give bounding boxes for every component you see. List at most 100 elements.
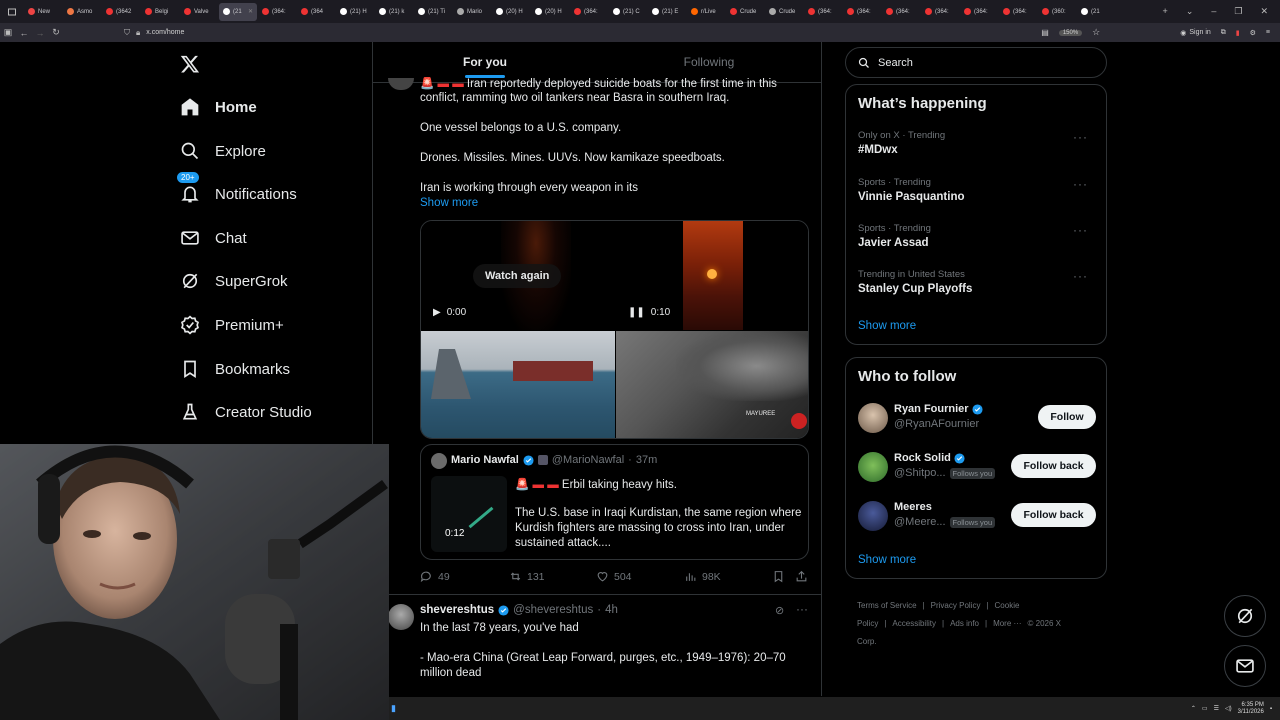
- image-ships[interactable]: [421, 331, 615, 438]
- trend-item[interactable]: Only on X · Trending #MDwx ···: [858, 130, 1096, 156]
- quote-video-thumbnail[interactable]: 0:12: [431, 476, 507, 552]
- tab-overflow-icon[interactable]: ⌄: [1186, 6, 1194, 17]
- browser-tab[interactable]: Crude: [726, 3, 764, 21]
- tray-display-icon[interactable]: ▭: [1202, 705, 1208, 712]
- browser-tab[interactable]: (21) C: [609, 3, 647, 21]
- sign-in-button[interactable]: ◉ Sign in: [1180, 29, 1211, 37]
- avatar[interactable]: [388, 78, 414, 90]
- grok-icon[interactable]: ⊘: [775, 604, 784, 617]
- extensions-icon[interactable]: ⧉: [1221, 29, 1226, 37]
- browser-tab[interactable]: (3642: [102, 3, 140, 21]
- browser-tab[interactable]: (364:: [999, 3, 1037, 21]
- avatar[interactable]: [388, 604, 414, 630]
- search-input[interactable]: Search: [845, 47, 1107, 78]
- follow-suggestion[interactable]: Rock Solid @Shitpo... Follows you Follow …: [858, 450, 1096, 486]
- quoted-post[interactable]: Mario Nawfal @MarioNawfal · 37m 0:12 🚨 ▬…: [420, 444, 809, 560]
- browser-tab[interactable]: (21) k: [375, 3, 413, 21]
- browser-tab[interactable]: (364:: [804, 3, 842, 21]
- bookmark-button[interactable]: [772, 570, 785, 583]
- browser-tab[interactable]: (364:: [258, 3, 296, 21]
- url-field[interactable]: x.com/home: [146, 29, 184, 36]
- browser-tab[interactable]: Crude: [765, 3, 803, 21]
- extension-badge-icon[interactable]: ▮: [1236, 29, 1240, 37]
- browser-tab[interactable]: New: [24, 3, 62, 21]
- close-tab-icon[interactable]: ✕: [248, 8, 253, 15]
- restore-icon[interactable]: ❐: [1234, 6, 1242, 17]
- video-player[interactable]: Watch again ▶ 0:00 ❚❚ 0:10: [421, 221, 808, 330]
- browser-tab[interactable]: (21) H: [336, 3, 374, 21]
- follow-button[interactable]: Follow: [1038, 405, 1096, 429]
- volume-icon[interactable]: ◁): [1225, 705, 1232, 712]
- trend-item[interactable]: Sports · Trending Vinnie Pasquantino ···: [858, 177, 1096, 203]
- bookmark-star-icon[interactable]: ☆: [1092, 27, 1100, 38]
- footer-link[interactable]: Ads info: [950, 619, 979, 628]
- x-logo[interactable]: [180, 54, 200, 79]
- browser-tab[interactable]: (364:: [882, 3, 920, 21]
- watch-again-button[interactable]: Watch again: [473, 264, 562, 288]
- image-burning-tanker[interactable]: MAYUREE: [616, 331, 808, 438]
- tab-for-you[interactable]: For you: [373, 42, 597, 82]
- browser-tab[interactable]: r/Live: [687, 3, 725, 21]
- trends-show-more-link[interactable]: Show more: [858, 320, 916, 332]
- menu-icon[interactable]: ≡: [1266, 29, 1270, 36]
- browser-tab[interactable]: Mario: [453, 3, 491, 21]
- follow-suggestion[interactable]: Meeres @Meere... Follows you Follow back: [858, 499, 1096, 535]
- browser-tab[interactable]: (364:: [960, 3, 998, 21]
- browser-tab[interactable]: (364:: [843, 3, 881, 21]
- show-more-link[interactable]: Show more: [420, 196, 478, 211]
- forward-icon[interactable]: →: [32, 28, 48, 38]
- follow-back-button[interactable]: Follow back: [1011, 503, 1096, 527]
- play-icon[interactable]: ▶: [433, 307, 441, 318]
- browser-tab[interactable]: (364:: [921, 3, 959, 21]
- browser-tab[interactable]: Valve: [180, 3, 218, 21]
- footer-link[interactable]: Privacy Policy: [931, 601, 981, 610]
- tray-chevron-icon[interactable]: ⌃: [1191, 705, 1196, 712]
- browser-tab[interactable]: (21) E: [648, 3, 686, 21]
- close-window-icon[interactable]: ✕: [1260, 6, 1268, 17]
- nav-item-bookmarks[interactable]: Bookmarks: [180, 359, 290, 379]
- share-button[interactable]: [795, 570, 808, 583]
- browser-tab[interactable]: (20) H: [492, 3, 530, 21]
- browser-tab[interactable]: (21 ✕: [219, 2, 257, 21]
- pause-icon[interactable]: ❚❚: [628, 307, 645, 318]
- browser-tab[interactable]: Asmo: [63, 3, 101, 21]
- grok-floating-button[interactable]: [1224, 595, 1266, 637]
- lock-icon[interactable]: 🔒︎: [136, 28, 140, 38]
- browser-tab[interactable]: (21) Ti: [414, 3, 452, 21]
- nav-item-chat[interactable]: Chat: [180, 228, 247, 248]
- minimize-icon[interactable]: –: [1211, 6, 1216, 17]
- nav-item-explore[interactable]: Explore: [180, 141, 266, 161]
- footer-link[interactable]: Accessibility: [892, 619, 936, 628]
- footer-link[interactable]: More ···: [993, 619, 1021, 628]
- nav-item-home[interactable]: Home: [180, 97, 257, 117]
- more-options-icon[interactable]: ···: [1073, 177, 1088, 191]
- follow-suggestion[interactable]: Ryan Fournier @RyanAFournier Follow: [858, 401, 1096, 437]
- nav-item-supergrok[interactable]: SuperGrok: [180, 271, 288, 291]
- reader-icon[interactable]: ▤: [1041, 28, 1049, 37]
- taskbar-app-icon[interactable]: ▮: [391, 703, 396, 714]
- footer-link[interactable]: Terms of Service: [857, 601, 917, 610]
- browser-tab[interactable]: (364: [297, 3, 335, 21]
- browser-tab[interactable]: (360:: [1038, 3, 1076, 21]
- messages-floating-button[interactable]: [1224, 645, 1266, 687]
- sidebar-toggle-icon[interactable]: ▣: [0, 27, 16, 38]
- browser-tab[interactable]: Belgi: [141, 3, 179, 21]
- notifications-tray-icon[interactable]: ▪: [1270, 706, 1272, 712]
- settings-icon[interactable]: ⚙: [1250, 29, 1256, 37]
- zoom-level[interactable]: 150%: [1058, 29, 1083, 36]
- repost-button[interactable]: 131: [509, 570, 545, 583]
- follow-back-button[interactable]: Follow back: [1011, 454, 1096, 478]
- trend-item[interactable]: Sports · Trending Javier Assad ···: [858, 223, 1096, 249]
- views-button[interactable]: 98K: [684, 570, 721, 583]
- trend-item[interactable]: Trending in United States Stanley Cup Pl…: [858, 269, 1096, 295]
- nav-item-notifications[interactable]: Notifications 20+: [176, 171, 297, 204]
- nav-item-creator-studio[interactable]: Creator Studio: [180, 402, 312, 422]
- more-options-icon[interactable]: ···: [1073, 269, 1088, 283]
- browser-tab[interactable]: (364:: [570, 3, 608, 21]
- back-icon[interactable]: ←: [16, 28, 32, 38]
- who-show-more-link[interactable]: Show more: [858, 554, 916, 566]
- tab-following[interactable]: Following: [597, 42, 821, 82]
- reload-icon[interactable]: ↻: [48, 27, 64, 38]
- more-options-icon[interactable]: ···: [796, 602, 808, 616]
- tab-list-icon[interactable]: [0, 8, 24, 16]
